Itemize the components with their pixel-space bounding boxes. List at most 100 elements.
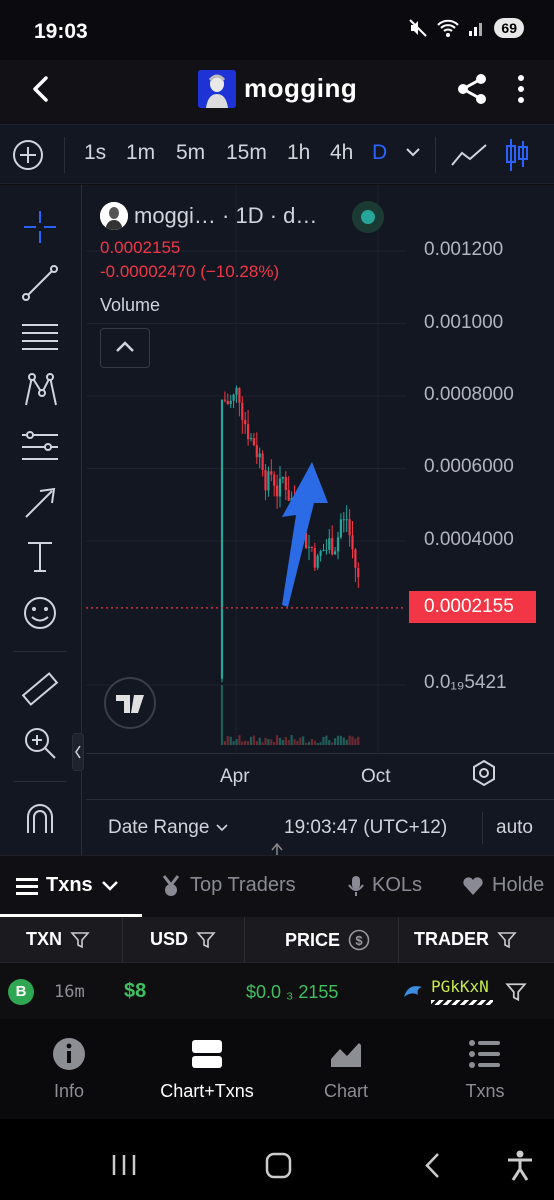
- live-dot: [361, 210, 375, 224]
- divider: [64, 137, 65, 173]
- filter-icon: [196, 931, 216, 948]
- tab-label: Top Traders: [190, 874, 296, 896]
- divider: [14, 651, 66, 652]
- volume-bar: [348, 735, 351, 745]
- txn-price: $0.0 ₃ 2155: [246, 982, 339, 1002]
- candle-body: [241, 402, 244, 420]
- chevron-down-icon[interactable]: [404, 143, 422, 161]
- nav-label: Chart+Txns: [160, 1081, 254, 1101]
- mute-icon: [409, 19, 428, 37]
- col-price[interactable]: PRICE $: [285, 929, 370, 951]
- pattern-icon[interactable]: [20, 371, 60, 411]
- emoji-icon[interactable]: [20, 593, 60, 633]
- volume-bar: [336, 735, 340, 745]
- trader-label-bar: [431, 1000, 493, 1005]
- arrow-tool-icon[interactable]: [20, 483, 60, 523]
- nav-chart-txns[interactable]: Chart+Txns: [138, 1019, 276, 1119]
- home-icon[interactable]: [265, 1152, 292, 1179]
- candle-body: [270, 471, 273, 475]
- col-usd[interactable]: USD: [150, 929, 216, 950]
- candle-body: [354, 549, 357, 568]
- volume-bar: [310, 739, 313, 745]
- candle-body: [249, 437, 253, 440]
- buy-badge: B: [8, 979, 34, 1005]
- volume-bar: [261, 742, 264, 745]
- tf-1h[interactable]: 1h: [287, 141, 310, 165]
- auto-scale-button[interactable]: auto: [496, 817, 533, 839]
- candle-body: [220, 399, 224, 679]
- candle-body: [278, 478, 282, 497]
- candle-body: [232, 394, 235, 401]
- toolbar-collapse-handle[interactable]: [72, 733, 84, 771]
- text-tool-icon[interactable]: [20, 537, 60, 577]
- trader-address[interactable]: PGkKxN: [431, 977, 489, 996]
- candle-body: [322, 549, 325, 552]
- crosshair-icon[interactable]: [20, 207, 60, 247]
- volume-bar: [322, 736, 325, 745]
- date-range-button[interactable]: Date Range: [108, 817, 229, 839]
- fib-retracement-icon[interactable]: [20, 317, 60, 357]
- filter-icon[interactable]: [505, 981, 527, 1003]
- filter-icon: [497, 931, 517, 948]
- trend-line-icon[interactable]: [20, 263, 60, 303]
- volume-bar: [305, 742, 308, 745]
- volume-bar: [223, 741, 226, 745]
- volume-bar: [278, 737, 282, 745]
- y-tick: 0.0004000: [424, 529, 514, 550]
- legend-collapse-button[interactable]: [100, 328, 150, 368]
- volume-bar: [226, 735, 229, 745]
- nav-chart[interactable]: Chart: [277, 1019, 415, 1119]
- back-arrow-icon[interactable]: [26, 74, 56, 104]
- current-price-tag: 0.0002155: [409, 591, 536, 623]
- candle-body: [273, 474, 276, 486]
- col-trader[interactable]: TRADER: [414, 929, 517, 950]
- tf-5m[interactable]: 5m: [176, 141, 205, 165]
- nav-info[interactable]: Info: [0, 1019, 138, 1119]
- magnet-icon[interactable]: [20, 799, 60, 839]
- add-indicator-icon[interactable]: [12, 139, 44, 171]
- candle-body: [229, 400, 232, 404]
- volume-bar: [273, 741, 276, 745]
- tf-1m[interactable]: 1m: [126, 141, 155, 165]
- divider: [122, 917, 123, 963]
- line-chart-type-icon[interactable]: [450, 141, 488, 169]
- tf-1s[interactable]: 1s: [84, 141, 106, 165]
- volume-bar: [351, 736, 354, 745]
- col-label: TRADER: [414, 929, 489, 949]
- token-logo: [198, 70, 236, 108]
- nav-txns[interactable]: Txns: [416, 1019, 554, 1119]
- tab-holders[interactable]: Holde: [462, 874, 544, 897]
- battery-indicator: 69: [494, 18, 524, 38]
- candle-chart-type-icon[interactable]: [504, 137, 530, 173]
- y-tick: 0.0006000: [424, 456, 514, 477]
- tf-4h[interactable]: 4h: [330, 141, 353, 165]
- tf-15m[interactable]: 15m: [226, 141, 267, 165]
- accessibility-icon[interactable]: [506, 1150, 534, 1182]
- volume-bar: [244, 740, 247, 745]
- chart-settings-icon[interactable]: [470, 759, 498, 787]
- recent-apps-icon[interactable]: [111, 1153, 137, 1177]
- status-bar: 19:03 69: [0, 0, 554, 60]
- dollar-toggle-icon: $: [348, 929, 370, 951]
- chevron-down-icon: [216, 824, 228, 832]
- forecast-icon[interactable]: [20, 427, 60, 467]
- col-txn[interactable]: TXN: [26, 929, 90, 950]
- volume-bar: [307, 741, 311, 745]
- tab-label: Holde: [492, 874, 545, 896]
- tab-txns[interactable]: Txns: [16, 874, 119, 897]
- timezone-clock[interactable]: 19:03:47 (UTC+12): [284, 817, 447, 839]
- tab-top-traders[interactable]: Top Traders: [160, 874, 296, 897]
- candle-body: [238, 387, 241, 403]
- candle-body: [252, 437, 255, 446]
- tf-D[interactable]: D: [372, 141, 387, 165]
- table-row[interactable]: B 16m $8 $0.0 ₃ 2155 PGkKxN: [0, 963, 554, 1019]
- zoom-in-icon[interactable]: [20, 723, 60, 763]
- more-options-icon[interactable]: [511, 72, 531, 106]
- share-icon[interactable]: [455, 72, 489, 106]
- tab-label: Txns: [46, 874, 93, 896]
- candle-body: [264, 470, 267, 491]
- chart-footer: Date Range 19:03:47 (UTC+12) auto: [86, 799, 554, 855]
- tab-kols[interactable]: KOLs: [348, 874, 422, 897]
- ruler-icon[interactable]: [20, 669, 60, 709]
- back-icon[interactable]: [423, 1152, 443, 1179]
